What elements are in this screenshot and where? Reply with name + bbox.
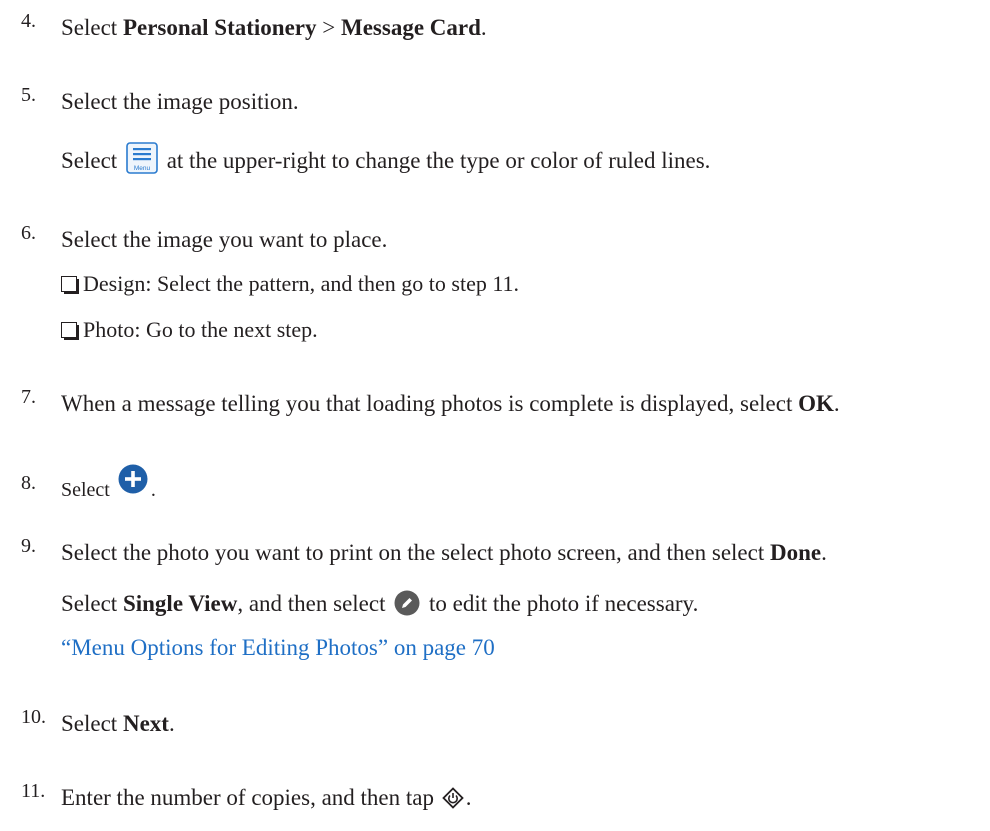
step-number: 6. (21, 222, 36, 244)
step-note: Select Single View, and then select to e… (61, 590, 698, 623)
step-text: Select the photo you want to print on th… (61, 540, 827, 565)
step-text: Select the image you want to place. (61, 227, 388, 252)
step-number: 4. (21, 10, 36, 32)
page-link[interactable]: “Menu Options for Editing Photos” on pag… (61, 634, 495, 662)
start-icon (441, 787, 464, 816)
step-number: 8. (21, 472, 36, 494)
checkbox-bullet-icon (61, 276, 79, 294)
step-text: When a message telling you that loading … (61, 391, 840, 416)
step-number: 7. (21, 386, 36, 408)
step-number: 11. (21, 780, 46, 802)
step-text: Select the image position. (61, 89, 299, 114)
step-text: Select Next. (61, 711, 175, 736)
step-text: Enter the number of copies, and then tap… (61, 784, 472, 816)
svg-text:Menu: Menu (134, 165, 151, 172)
bullet-item: Photo: Go to the next step. (61, 316, 318, 344)
checkbox-bullet-icon (61, 322, 79, 340)
plus-circle-icon (118, 464, 148, 502)
bullet-item: Design: Select the pattern, and then go … (61, 270, 519, 298)
menu-icon: Menu (126, 142, 158, 174)
step-note: Select Menu at the upper-right to change… (61, 142, 710, 175)
step-number: 9. (21, 535, 36, 557)
step-number: 10. (21, 706, 46, 728)
step-text: Select . (61, 464, 156, 502)
step-number: 5. (21, 84, 36, 106)
edit-icon (394, 590, 420, 623)
step-text: Select Personal Stationery > Message Car… (61, 15, 487, 40)
